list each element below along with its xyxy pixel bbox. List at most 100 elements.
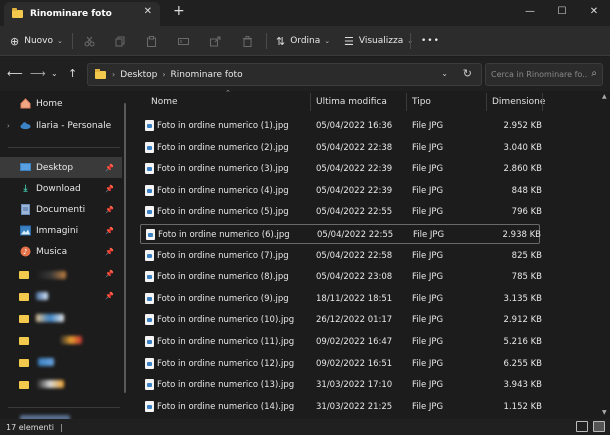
sidebar-item-redacted[interactable] — [0, 374, 122, 395]
breadcrumb-chevron-icon: › — [162, 70, 166, 79]
paste-button[interactable] — [146, 33, 157, 49]
tab-close-icon[interactable]: ✕ — [144, 6, 152, 17]
expand-chevron-icon[interactable]: › — [7, 122, 10, 130]
folder-icon — [19, 271, 29, 279]
sidebar-scrollbar[interactable] — [122, 91, 128, 419]
pin-icon[interactable]: 📌 — [105, 227, 114, 235]
file-size: 5.216 KB — [503, 337, 542, 347]
minimize-icon[interactable]: — — [514, 0, 546, 22]
breadcrumb-desktop[interactable]: Desktop — [120, 70, 157, 80]
table-row[interactable]: Foto in ordine numerico (6).jpg 05/04/202… — [140, 224, 541, 244]
back-arrow-icon[interactable]: ⟵ — [7, 67, 23, 80]
file-name: Foto in ordine numerico (3).jpg — [157, 164, 289, 175]
file-type: File JPG — [412, 250, 444, 261]
address-dropdown-icon[interactable]: ⌄ — [441, 69, 448, 78]
sidebar-item-redacted[interactable] — [0, 308, 122, 329]
view-button[interactable]: ☰ Visualizza ⌄ — [344, 33, 413, 49]
sidebar-item-home[interactable]: Home — [0, 93, 122, 114]
scrollbar-thumb[interactable] — [124, 103, 126, 393]
redacted-label — [60, 336, 82, 344]
pin-icon[interactable]: 📌 — [105, 270, 114, 278]
tab-rinominare-foto[interactable]: Rinominare foto ✕ — [4, 2, 160, 26]
folder-icon — [95, 68, 106, 79]
pin-icon[interactable]: 📌 — [105, 248, 114, 256]
file-size: 3.040 KB — [503, 142, 542, 153]
add-tab-icon[interactable]: + — [173, 3, 185, 19]
cut-button[interactable] — [84, 33, 95, 49]
sort-button[interactable]: ⇅ Ordina ⌄ — [276, 33, 330, 49]
table-row[interactable]: Foto in ordine numerico (2).jpg 05/04/202… — [140, 138, 542, 158]
table-row[interactable]: Foto in ordine numerico (12).jpg 09/02/20… — [140, 354, 542, 374]
sidebar-label: Ilaria - Personale — [36, 120, 112, 131]
pin-icon[interactable]: 📌 — [105, 292, 114, 300]
column-header-size[interactable]: Dimensione — [492, 91, 545, 113]
maximize-icon[interactable]: ☐ — [546, 0, 578, 22]
table-row[interactable]: Foto in ordine numerico (14).jpg 31/03/20… — [140, 397, 542, 417]
sidebar-item-immagini[interactable]: Immagini 📌 — [0, 220, 122, 241]
column-divider[interactable] — [406, 93, 407, 111]
scroll-up-icon[interactable]: ▲ — [602, 93, 607, 100]
recent-chevron-icon[interactable]: ⌄ — [51, 69, 58, 78]
table-row[interactable]: Foto in ordine numerico (5).jpg 05/04/202… — [140, 202, 542, 222]
more-options-button[interactable]: ••• — [421, 33, 440, 49]
copy-button[interactable] — [115, 33, 126, 49]
delete-button[interactable] — [242, 33, 253, 49]
file-size: 785 KB — [511, 272, 542, 283]
file-name: Foto in ordine numerico (7).jpg — [157, 250, 289, 261]
window-close-icon[interactable]: ✕ — [578, 0, 610, 22]
column-divider[interactable] — [310, 93, 311, 111]
column-header-name[interactable]: Nome — [151, 91, 178, 113]
folder-icon — [19, 381, 29, 389]
rename-button[interactable] — [178, 33, 189, 49]
details-view-icon[interactable] — [576, 421, 588, 432]
breadcrumb-rinominare-foto[interactable]: Rinominare foto — [171, 70, 243, 80]
chevron-down-icon: ⌄ — [57, 37, 63, 45]
sidebar-item-musica[interactable]: ♪ Musica 📌 — [0, 241, 122, 262]
sidebar-item-redacted[interactable] — [0, 352, 122, 373]
redacted-label — [38, 358, 54, 366]
sidebar-item-download[interactable]: ⤓ Download 📌 — [0, 178, 122, 199]
search-box[interactable]: ⌕ — [485, 63, 603, 86]
sidebar-divider — [8, 407, 120, 408]
column-divider[interactable] — [542, 93, 543, 111]
sidebar-item-desktop[interactable]: Desktop 📌 — [0, 157, 122, 178]
file-type: File JPG — [412, 358, 444, 369]
forward-arrow-icon[interactable]: ⟶ — [30, 67, 46, 80]
table-row[interactable]: Foto in ordine numerico (8).jpg 05/04/202… — [140, 267, 542, 287]
tiles-view-icon[interactable] — [593, 421, 605, 432]
sidebar-item-redacted[interactable]: 📌 — [0, 264, 122, 285]
sidebar-item-onedrive[interactable]: › Ilaria - Personale — [0, 115, 122, 136]
table-row[interactable]: Foto in ordine numerico (7).jpg 05/04/202… — [140, 246, 542, 266]
pin-icon[interactable]: 📌 — [105, 164, 114, 172]
table-row[interactable]: Foto in ordine numerico (11).jpg 09/02/20… — [140, 332, 542, 352]
sidebar-item-redacted[interactable]: 📌 — [0, 286, 122, 307]
column-divider[interactable] — [486, 93, 487, 111]
column-header-type[interactable]: Tipo — [412, 91, 431, 113]
sidebar-item-documenti[interactable]: Documenti 📌 — [0, 199, 122, 220]
scroll-down-icon[interactable]: ▼ — [602, 409, 607, 416]
jpg-file-icon — [145, 357, 154, 369]
table-row[interactable]: Foto in ordine numerico (13).jpg 31/03/20… — [140, 375, 542, 395]
column-header-modified[interactable]: Ultima modifica — [316, 91, 387, 113]
table-row[interactable]: Foto in ordine numerico (4).jpg 05/04/202… — [140, 181, 542, 201]
file-modified: 05/04/2022 22:39 — [316, 164, 393, 175]
jpg-file-icon — [145, 249, 154, 261]
pin-icon[interactable]: 📌 — [105, 206, 114, 214]
table-row[interactable]: Foto in ordine numerico (3).jpg 05/04/202… — [140, 159, 542, 179]
table-row[interactable]: Foto in ordine numerico (1).jpg 05/04/202… — [140, 116, 542, 136]
search-input[interactable] — [491, 70, 587, 79]
pin-icon[interactable]: 📌 — [105, 185, 114, 193]
file-list-scrollbar[interactable]: ▲ ▼ — [600, 91, 610, 419]
file-size: 2.952 KB — [503, 121, 542, 131]
search-icon: ⌕ — [591, 68, 597, 79]
sidebar-item-redacted[interactable] — [0, 412, 122, 419]
file-modified: 26/12/2022 01:17 — [316, 315, 393, 326]
sidebar-item-redacted[interactable] — [0, 330, 122, 351]
up-arrow-icon[interactable]: ↑ — [68, 67, 77, 80]
share-button[interactable] — [210, 33, 221, 49]
address-bar[interactable]: › Desktop › Rinominare foto ⌄ ↻ — [87, 63, 482, 86]
table-row[interactable]: Foto in ordine numerico (10).jpg 26/12/20… — [140, 310, 542, 330]
new-button[interactable]: ⊕ Nuovo ⌄ — [10, 33, 63, 49]
refresh-icon[interactable]: ↻ — [463, 67, 472, 80]
table-row[interactable]: Foto in ordine numerico (9).jpg 18/11/202… — [140, 289, 542, 309]
